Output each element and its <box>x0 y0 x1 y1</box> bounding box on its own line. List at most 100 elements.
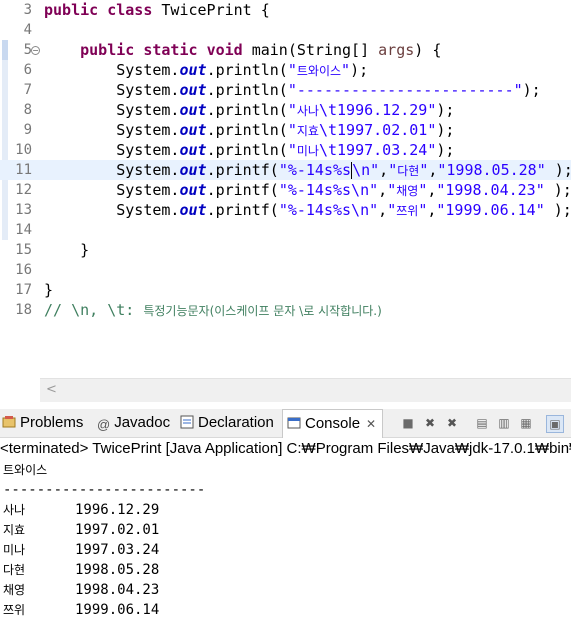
code-token: 다현 <box>397 164 420 178</box>
console-date: 1997.02.01 <box>75 522 160 538</box>
line-number: 4 <box>23 22 32 38</box>
tab-javadoc[interactable]: @ Javadoc <box>97 409 170 437</box>
code-token: .printf( <box>206 181 279 199</box>
code-line[interactable]: 3 public class TwicePrint { <box>0 0 571 20</box>
code-token: System. <box>44 61 180 79</box>
code-token: System. <box>44 141 180 159</box>
code-line[interactable]: 15 } <box>0 240 571 260</box>
terminate-icon[interactable]: ■ <box>400 415 416 431</box>
code-text: System.out.printf("%-14s%s\n","다현","1998… <box>44 160 571 181</box>
clear-console-icon[interactable]: ▤ <box>474 415 490 431</box>
console-name: 채영 <box>3 583 26 597</box>
tab-label: Declaration <box>198 414 274 431</box>
code-text: System.out.println("--------------------… <box>44 80 540 100</box>
code-line[interactable]: 17} <box>0 280 571 300</box>
code-token: out <box>179 141 207 159</box>
code-token: public <box>80 41 135 59</box>
code-text: } <box>44 240 89 260</box>
declaration-icon <box>180 415 194 429</box>
code-token: " <box>287 61 297 79</box>
tab-label: Javadoc <box>114 414 171 431</box>
console-status: <terminated> TwicePrint [Java Applicatio… <box>0 438 571 460</box>
code-token: // \n, \t: <box>44 301 144 319</box>
code-text: System.out.println("사나\t1996.12.29"); <box>44 100 454 121</box>
code-token: void <box>206 41 243 59</box>
code-line[interactable]: 10 System.out.println("미나\t1997.03.24"); <box>0 140 571 160</box>
console-name: 미나 <box>3 543 26 557</box>
line-number: 12 <box>15 182 32 198</box>
code-line[interactable]: 4 <box>0 20 571 40</box>
code-token: " <box>418 181 428 199</box>
code-token: } <box>44 241 90 259</box>
code-token: "1999.06.14" <box>436 201 545 219</box>
code-line[interactable]: 5− public static void main(String[] args… <box>0 40 571 60</box>
editor-horizontal-scrollbar[interactable]: < <box>40 378 571 403</box>
tab-declaration[interactable]: Declaration <box>180 409 274 437</box>
code-line[interactable]: 8 System.out.println("사나\t1996.12.29"); <box>0 100 571 120</box>
tab-label: Problems <box>20 414 84 431</box>
word-wrap-icon[interactable]: ▦ <box>518 415 534 431</box>
close-icon[interactable]: ✕ <box>366 417 376 431</box>
scroll-lock-icon[interactable]: ▥ <box>496 415 512 431</box>
code-text: } <box>44 280 53 300</box>
code-token: out <box>179 161 207 179</box>
scroll-left-arrow-icon[interactable]: < <box>46 382 57 397</box>
code-line[interactable]: 6 System.out.println("트와이스"); <box>0 60 571 80</box>
console-line: 트와이스 <box>3 460 75 480</box>
code-token: " <box>287 141 297 159</box>
line-number: 16 <box>15 262 32 278</box>
code-line[interactable]: 18 // \n, \t: 특정기능문자(이스케이프 문자 \로 시작합니다.) <box>0 300 571 320</box>
code-token: .println( <box>206 121 288 139</box>
code-line[interactable]: 16 <box>0 260 571 280</box>
code-token: , <box>378 201 388 219</box>
line-number: 3 <box>23 2 32 18</box>
code-line[interactable]: 12 System.out.printf("%-14s%s\n","채영","1… <box>0 180 571 200</box>
tab-console[interactable]: Console ✕ <box>282 409 384 438</box>
code-token: System. <box>44 101 180 119</box>
code-token: out <box>179 61 207 79</box>
code-token: class <box>107 1 153 19</box>
console-output[interactable]: 트와이스 ------------------------ 사나 1996.12.29… <box>0 460 571 620</box>
code-editor[interactable]: 3 public class TwicePrint { 4 5− public sta… <box>0 0 571 378</box>
code-token: \t1997.02.01" <box>318 121 437 139</box>
code-line[interactable]: 13 System.out.printf("%-14s%s\n","쯔위","1… <box>0 200 571 220</box>
code-token: " <box>387 201 397 219</box>
fold-toggle-icon[interactable]: − <box>31 46 40 55</box>
code-token: "%-14s%s\n" <box>278 201 379 219</box>
code-token: , <box>379 161 389 179</box>
code-token: 사나 <box>296 104 319 118</box>
show-console-icon[interactable]: ▣ <box>546 415 564 433</box>
code-token: out <box>179 81 207 99</box>
code-token: " <box>341 61 351 79</box>
line-number: 10 <box>15 142 32 158</box>
code-line[interactable]: 9 System.out.println("지효\t1997.02.01"); <box>0 120 571 140</box>
code-token: .println( <box>206 101 288 119</box>
code-token: 채영 <box>396 184 419 198</box>
console-name: 지효 <box>3 523 26 537</box>
code-line[interactable]: 14 <box>0 220 571 240</box>
remove-all-terminated-icon[interactable]: ✖ <box>444 415 460 431</box>
code-token: ); <box>436 141 455 159</box>
code-token: out <box>179 181 207 199</box>
code-line[interactable]: 7 System.out.println("------------------… <box>0 80 571 100</box>
code-token: \t1997.03.24" <box>318 141 437 159</box>
code-text: public class TwicePrint { <box>44 0 270 20</box>
line-number: 14 <box>15 222 32 238</box>
console-line: 쯔위 1999.06.14 <box>3 600 159 620</box>
code-token: 지효 <box>296 124 319 138</box>
code-token: ); <box>545 161 571 179</box>
code-token: " <box>418 201 428 219</box>
remove-launch-icon[interactable]: ✖ <box>422 415 438 431</box>
code-token: .println( <box>206 141 288 159</box>
code-line[interactable]: 11 System.out.printf("%-14s%s\n","다현","1… <box>0 160 571 180</box>
tab-problems[interactable]: Problems <box>2 409 83 437</box>
code-token: ); <box>350 61 369 79</box>
line-number: 7 <box>23 82 32 98</box>
code-text: System.out.println("미나\t1997.03.24"); <box>44 140 454 161</box>
code-token: System. <box>44 201 180 219</box>
console-date: 1998.04.23 <box>75 582 160 598</box>
code-token: System. <box>44 181 180 199</box>
code-token: " <box>388 161 398 179</box>
